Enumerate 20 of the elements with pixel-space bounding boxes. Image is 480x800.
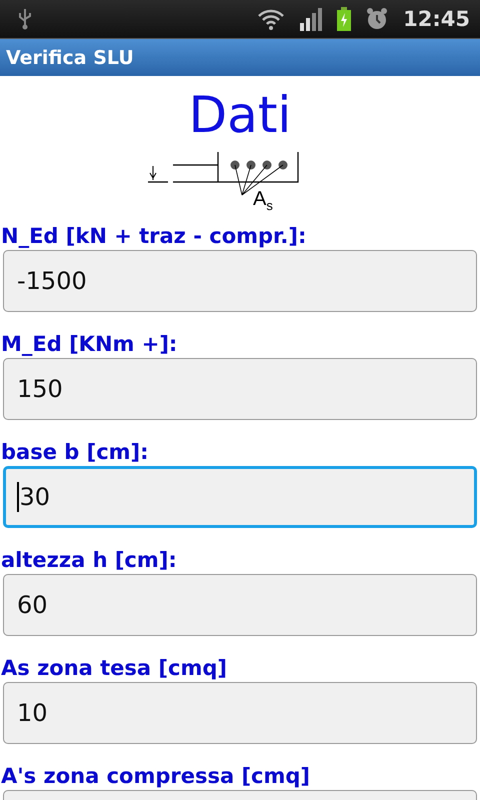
usb-icon xyxy=(18,8,32,30)
field-label: A's zona compressa [cmq] xyxy=(0,763,310,790)
input-field[interactable]: 150 xyxy=(3,358,477,420)
input-field[interactable]: -1500 xyxy=(3,250,477,312)
field-label: M_Ed [KNm +]: xyxy=(0,331,178,358)
wifi-icon xyxy=(257,8,286,30)
alarm-clock-icon xyxy=(365,7,390,31)
rebar-label: A$_{s}$ xyxy=(253,188,273,213)
window-title: Verifica SLU xyxy=(6,46,134,68)
field-label: As zona tesa [cmq] xyxy=(0,655,227,682)
heading: Dati xyxy=(188,86,292,144)
input-field[interactable]: 60 xyxy=(3,574,477,636)
input-field[interactable]: 30 xyxy=(3,466,477,528)
field-label: N_Ed [kN + traz - compr.]: xyxy=(0,223,306,250)
input-field[interactable]: 10 xyxy=(3,682,477,744)
battery-icon xyxy=(337,7,352,31)
clock-time: 12:45 xyxy=(403,7,470,31)
signal-icon xyxy=(299,7,324,31)
field-label: base b [cm]: xyxy=(0,439,149,466)
field-label: altezza h [cm]: xyxy=(0,547,177,574)
